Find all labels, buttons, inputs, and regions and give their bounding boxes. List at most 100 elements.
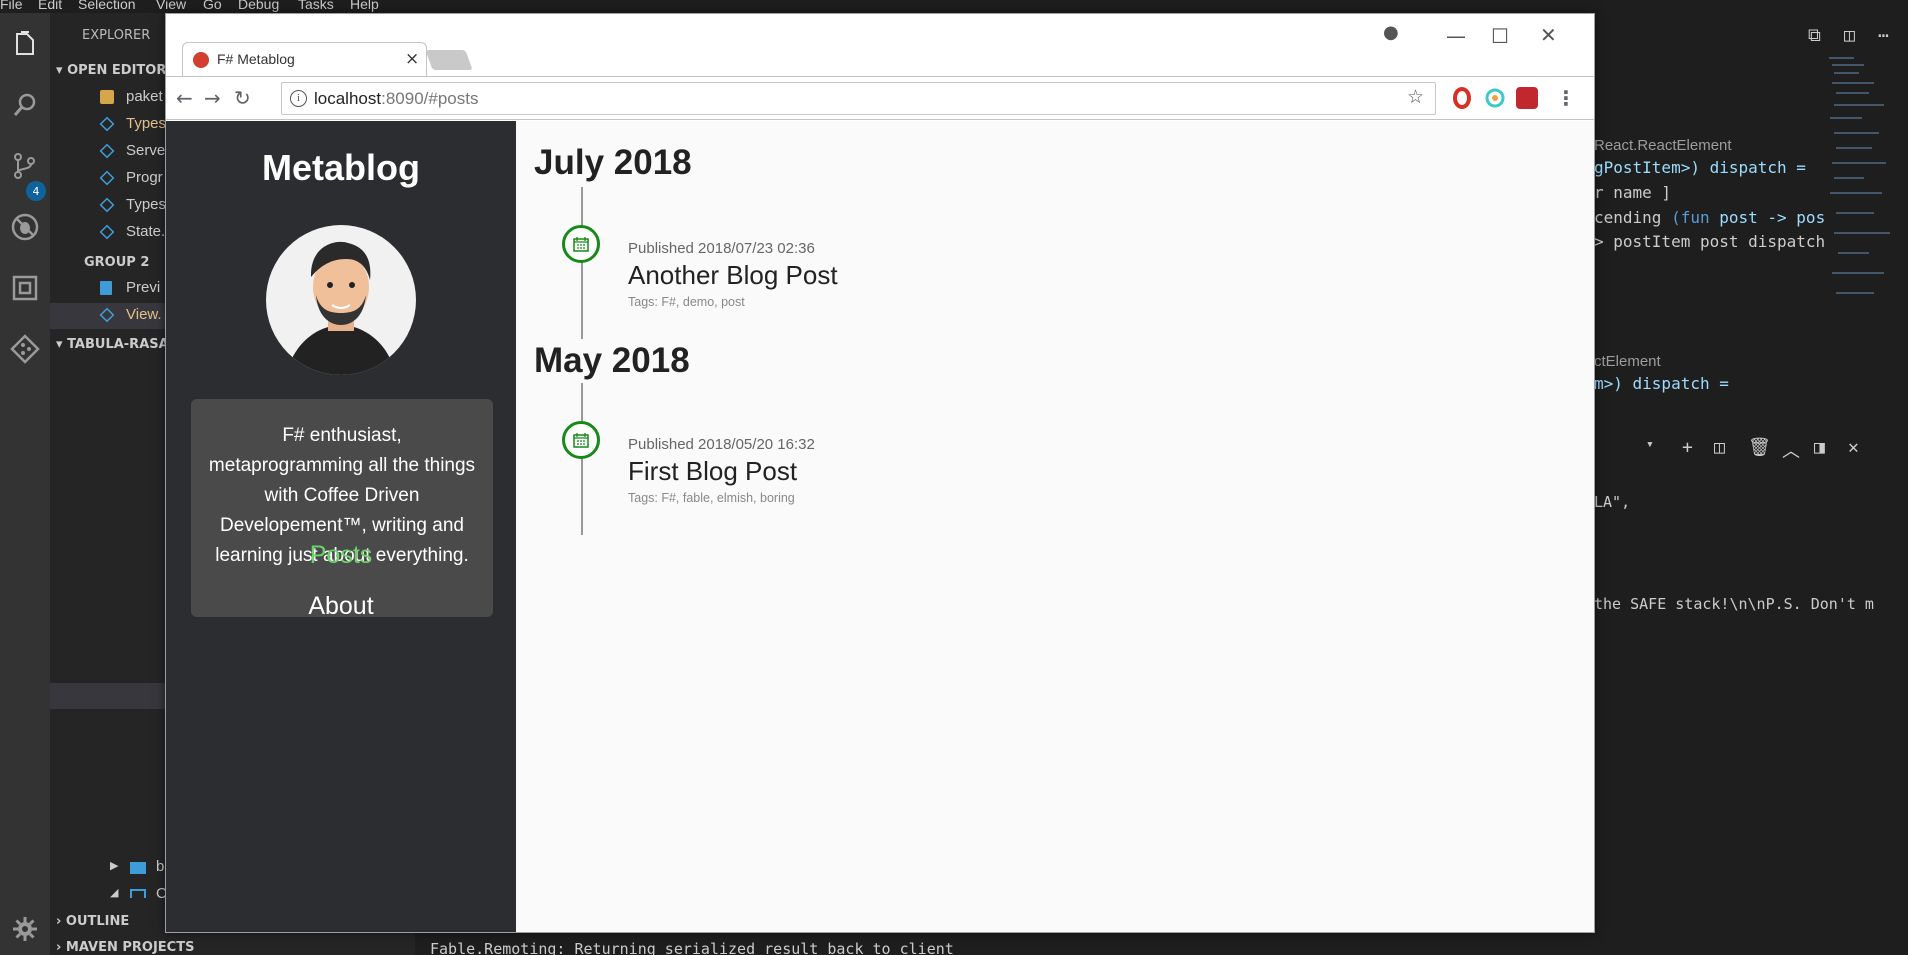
maven-section[interactable]: › MAVEN PROJECTS (56, 940, 194, 955)
browser-tab[interactable]: F# Metablog × (182, 42, 427, 76)
menu-go[interactable]: Go (203, 0, 222, 12)
open-editors-section[interactable]: ▾ OPEN EDITORS (56, 63, 165, 78)
vscode-menubar: File Edit Selection View Go Debug Tasks … (0, 0, 1908, 13)
open-editor-item[interactable]: Types (50, 193, 165, 219)
menu-selection[interactable]: Selection (78, 0, 136, 12)
forward-icon[interactable]: → (204, 86, 221, 110)
minimap[interactable] (1824, 53, 1894, 313)
toggle-panel-position-icon[interactable]: ◨ (1814, 437, 1825, 458)
files-icon[interactable] (9, 28, 41, 60)
code-line: m>) dispatch = (1594, 374, 1729, 393)
fsharp-file-icon (99, 224, 115, 240)
new-tab-button[interactable] (425, 50, 473, 70)
close-panel-icon[interactable]: ✕ (1848, 437, 1859, 458)
kill-terminal-icon[interactable]: 🗑 (1748, 437, 1771, 458)
code-line: > postItem post dispatch (1594, 232, 1826, 251)
url-path: :8090/#posts (381, 89, 479, 108)
browser-menu-icon[interactable]: ⋮ (1556, 86, 1576, 110)
nav-about-link[interactable]: About (166, 592, 516, 621)
extension-icon[interactable] (1484, 87, 1506, 109)
activity-bar: 4 (0, 13, 50, 955)
tree-folder-item[interactable]: ▶ b (50, 855, 165, 881)
opera-extension-icon[interactable] (1451, 87, 1473, 109)
devtools-extension-icon[interactable] (1516, 87, 1538, 109)
url-host: localhost (314, 89, 382, 108)
blog-title: Metablog (262, 147, 420, 188)
code-lens-hint: React.ReactElement (1594, 137, 1732, 154)
project-section[interactable]: ▾ TABULA-RASA (56, 337, 165, 352)
group2-label: GROUP 2 (84, 255, 150, 270)
calendar-icon (562, 225, 600, 263)
open-editor-item[interactable]: paket (50, 85, 165, 111)
open-editor-item[interactable]: Serve (50, 139, 165, 165)
post-title-link[interactable]: First Blog Post (628, 456, 797, 487)
open-editor-item[interactable]: State. (50, 220, 165, 246)
bookmark-star-icon[interactable]: ☆ (1407, 86, 1424, 108)
fsharp-file-icon (99, 116, 115, 132)
maximize-icon[interactable]: ☐ (1491, 24, 1509, 48)
close-window-icon[interactable]: ✕ (1540, 23, 1557, 47)
chevron-right-icon: ▶ (110, 860, 119, 872)
month-heading: July 2018 (534, 143, 692, 182)
code-lens-hint: ctElement (1594, 353, 1661, 370)
terminal-output-line: Fable.Remoting: Returning serialized res… (430, 940, 954, 955)
open-editor-item[interactable]: Progr (50, 166, 165, 192)
reload-icon[interactable]: ↻ (234, 86, 251, 110)
open-editor-label: Types (126, 115, 165, 132)
source-control-icon[interactable] (9, 150, 41, 182)
open-editor-item-selected[interactable]: View. (50, 303, 165, 329)
address-bar[interactable]: i localhost:8090/#posts ☆ (281, 82, 1436, 115)
post-title-link[interactable]: Another Blog Post (628, 260, 838, 291)
git-icon[interactable] (9, 333, 41, 365)
terminal-dropdown-icon[interactable]: ▾ (1646, 437, 1654, 452)
explorer-header: EXPLORER (82, 28, 151, 43)
open-editor-item[interactable]: Previ (50, 276, 165, 302)
split-editor-icon[interactable]: ◫ (1844, 25, 1855, 46)
close-tab-icon[interactable]: × (405, 49, 419, 69)
editor-toolbar: ⧉ ◫ … (1594, 13, 1908, 57)
post-tags: Tags: F#, fable, elmish, boring (628, 491, 795, 505)
open-changes-icon[interactable]: ⧉ (1808, 25, 1821, 46)
terminal-line: LA", (1594, 493, 1631, 511)
extensions-icon[interactable] (9, 272, 41, 304)
menu-help[interactable]: Help (350, 0, 379, 12)
add-terminal-icon[interactable]: + (1682, 437, 1693, 458)
open-editor-item[interactable]: Types (50, 112, 165, 138)
browser-toolbar: ← → ↻ i localhost:8090/#posts ☆ ⋮ (166, 76, 1594, 120)
code-keyword: (fun (1671, 208, 1720, 227)
post-published-date: Published 2018/05/20 16:32 (628, 436, 815, 453)
menu-edit[interactable]: Edit (38, 0, 62, 12)
menu-view[interactable]: View (156, 0, 186, 12)
back-icon[interactable]: ← (176, 86, 193, 110)
outline-section[interactable]: › OUTLINE (56, 914, 129, 929)
split-terminal-icon[interactable]: ◫ (1714, 437, 1725, 458)
metablog-favicon (193, 52, 209, 68)
minimize-icon[interactable]: — (1446, 24, 1466, 48)
fsharp-file-icon (99, 197, 115, 213)
terminal-panel-toolbar: ▾ + ◫ 🗑 ︿ ◨ ✕ (1594, 429, 1908, 463)
menu-debug[interactable]: Debug (238, 0, 279, 12)
open-editor-label: Types (126, 196, 165, 213)
debug-icon[interactable] (9, 211, 41, 243)
info-icon[interactable]: i (290, 90, 307, 107)
fsharp-file-icon (99, 143, 115, 159)
open-editor-label: Progr (126, 169, 163, 186)
settings-gear-icon[interactable] (9, 913, 41, 945)
post-published-date: Published 2018/07/23 02:36 (628, 240, 815, 257)
posts-timeline: July 2018 Published 2018/07/23 02:36 Ano… (516, 121, 1594, 932)
nav-posts-link[interactable]: Posts (166, 541, 516, 570)
more-actions-icon[interactable]: … (1878, 21, 1889, 42)
code-line-text: gPostItem>) dispatch = (1594, 158, 1806, 177)
search-icon[interactable] (9, 89, 41, 121)
menu-file[interactable]: File (0, 0, 23, 12)
code-line-text: post -> pos (1719, 208, 1826, 227)
maximize-panel-icon[interactable]: ︿ (1782, 437, 1800, 463)
profile-icon[interactable]: ● (1383, 22, 1399, 43)
blog-sidebar: Metablog F# enthusiast, metaprogramming … (166, 121, 516, 932)
code-editor[interactable]: ⧉ ◫ … React.ReactElement gPostItem>) dis… (1594, 13, 1908, 955)
menu-tasks[interactable]: Tasks (298, 0, 334, 12)
open-editor-label: State. (126, 223, 165, 240)
fsharp-file-icon (99, 170, 115, 186)
tree-row-selected[interactable] (50, 683, 165, 709)
open-editors-label: OPEN EDITORS (67, 63, 165, 78)
